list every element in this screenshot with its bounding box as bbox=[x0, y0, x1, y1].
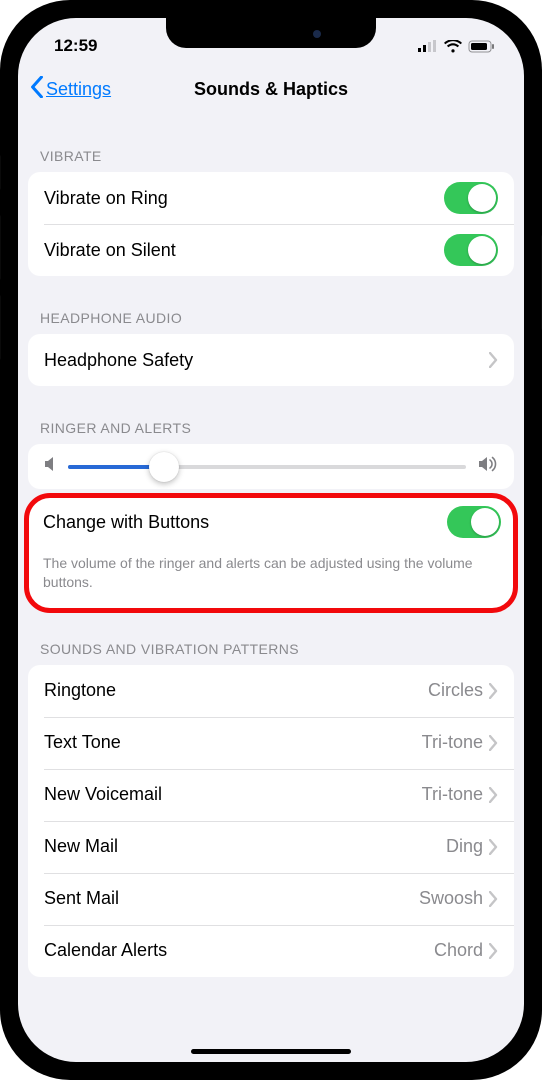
settings-content: VIBRATE Vibrate on Ring Vibrate on Silen… bbox=[18, 114, 524, 977]
slider-thumb[interactable] bbox=[149, 452, 179, 482]
wifi-icon bbox=[444, 40, 462, 53]
toggle-vibrate-on-ring[interactable] bbox=[444, 182, 498, 214]
back-label: Settings bbox=[46, 79, 111, 100]
chevron-right-icon bbox=[489, 943, 498, 959]
chevron-right-icon bbox=[489, 735, 498, 751]
chevron-right-icon bbox=[489, 839, 498, 855]
row-label: Vibrate on Ring bbox=[44, 188, 444, 209]
chevron-right-icon bbox=[489, 352, 498, 368]
row-value: Tri-tone bbox=[422, 732, 483, 753]
row-label: Ringtone bbox=[44, 680, 428, 701]
group-vibrate: Vibrate on Ring Vibrate on Silent bbox=[28, 172, 514, 276]
highlighted-change-with-buttons: Change with Buttons The volume of the ri… bbox=[24, 493, 518, 613]
volume-down-button bbox=[0, 295, 1, 360]
group-sounds: Ringtone Circles Text Tone Tri-tone New … bbox=[28, 665, 514, 977]
chevron-right-icon bbox=[489, 891, 498, 907]
cellular-icon bbox=[418, 40, 438, 52]
speaker-low-icon bbox=[44, 456, 56, 477]
phone-frame: 12:59 bbox=[0, 0, 542, 1080]
row-label: New Mail bbox=[44, 836, 446, 857]
page-title: Sounds & Haptics bbox=[194, 79, 348, 100]
row-vibrate-on-ring[interactable]: Vibrate on Ring bbox=[28, 172, 514, 224]
group-slider bbox=[28, 444, 514, 489]
volume-slider[interactable] bbox=[68, 465, 466, 469]
mute-switch bbox=[0, 155, 1, 190]
battery-icon bbox=[468, 40, 496, 53]
chevron-right-icon bbox=[489, 683, 498, 699]
row-change-with-buttons[interactable]: Change with Buttons bbox=[29, 498, 513, 546]
row-value: Circles bbox=[428, 680, 483, 701]
row-label: Sent Mail bbox=[44, 888, 419, 909]
row-new-voicemail[interactable]: New Voicemail Tri-tone bbox=[28, 769, 514, 821]
row-label: Change with Buttons bbox=[43, 512, 447, 533]
volume-slider-row bbox=[28, 444, 514, 489]
row-value: Swoosh bbox=[419, 888, 483, 909]
chevron-left-icon bbox=[30, 76, 44, 103]
row-ringtone[interactable]: Ringtone Circles bbox=[28, 665, 514, 717]
row-label: Headphone Safety bbox=[44, 350, 489, 371]
row-value: Chord bbox=[434, 940, 483, 961]
section-header-vibrate: VIBRATE bbox=[18, 114, 524, 172]
nav-bar: Settings Sounds & Haptics bbox=[18, 64, 524, 114]
row-calendar-alerts[interactable]: Calendar Alerts Chord bbox=[28, 925, 514, 977]
row-value: Ding bbox=[446, 836, 483, 857]
home-indicator[interactable] bbox=[191, 1049, 351, 1054]
volume-up-button bbox=[0, 215, 1, 280]
row-value: Tri-tone bbox=[422, 784, 483, 805]
change-with-buttons-footer: The volume of the ringer and alerts can … bbox=[29, 546, 513, 606]
row-text-tone[interactable]: Text Tone Tri-tone bbox=[28, 717, 514, 769]
chevron-right-icon bbox=[489, 787, 498, 803]
group-headphone: Headphone Safety bbox=[28, 334, 514, 386]
row-headphone-safety[interactable]: Headphone Safety bbox=[28, 334, 514, 386]
row-label: Text Tone bbox=[44, 732, 422, 753]
row-sent-mail[interactable]: Sent Mail Swoosh bbox=[28, 873, 514, 925]
section-header-headphone: HEADPHONE AUDIO bbox=[18, 276, 524, 334]
toggle-change-with-buttons[interactable] bbox=[447, 506, 501, 538]
row-label: New Voicemail bbox=[44, 784, 422, 805]
row-label: Calendar Alerts bbox=[44, 940, 434, 961]
notch bbox=[166, 18, 376, 48]
status-time: 12:59 bbox=[54, 36, 97, 56]
toggle-vibrate-on-silent[interactable] bbox=[444, 234, 498, 266]
row-new-mail[interactable]: New Mail Ding bbox=[28, 821, 514, 873]
speaker-high-icon bbox=[478, 456, 498, 477]
section-header-ringer: RINGER AND ALERTS bbox=[18, 386, 524, 444]
row-vibrate-on-silent[interactable]: Vibrate on Silent bbox=[28, 224, 514, 276]
row-label: Vibrate on Silent bbox=[44, 240, 444, 261]
section-header-sounds: SOUNDS AND VIBRATION PATTERNS bbox=[18, 613, 524, 665]
back-button[interactable]: Settings bbox=[30, 76, 111, 103]
